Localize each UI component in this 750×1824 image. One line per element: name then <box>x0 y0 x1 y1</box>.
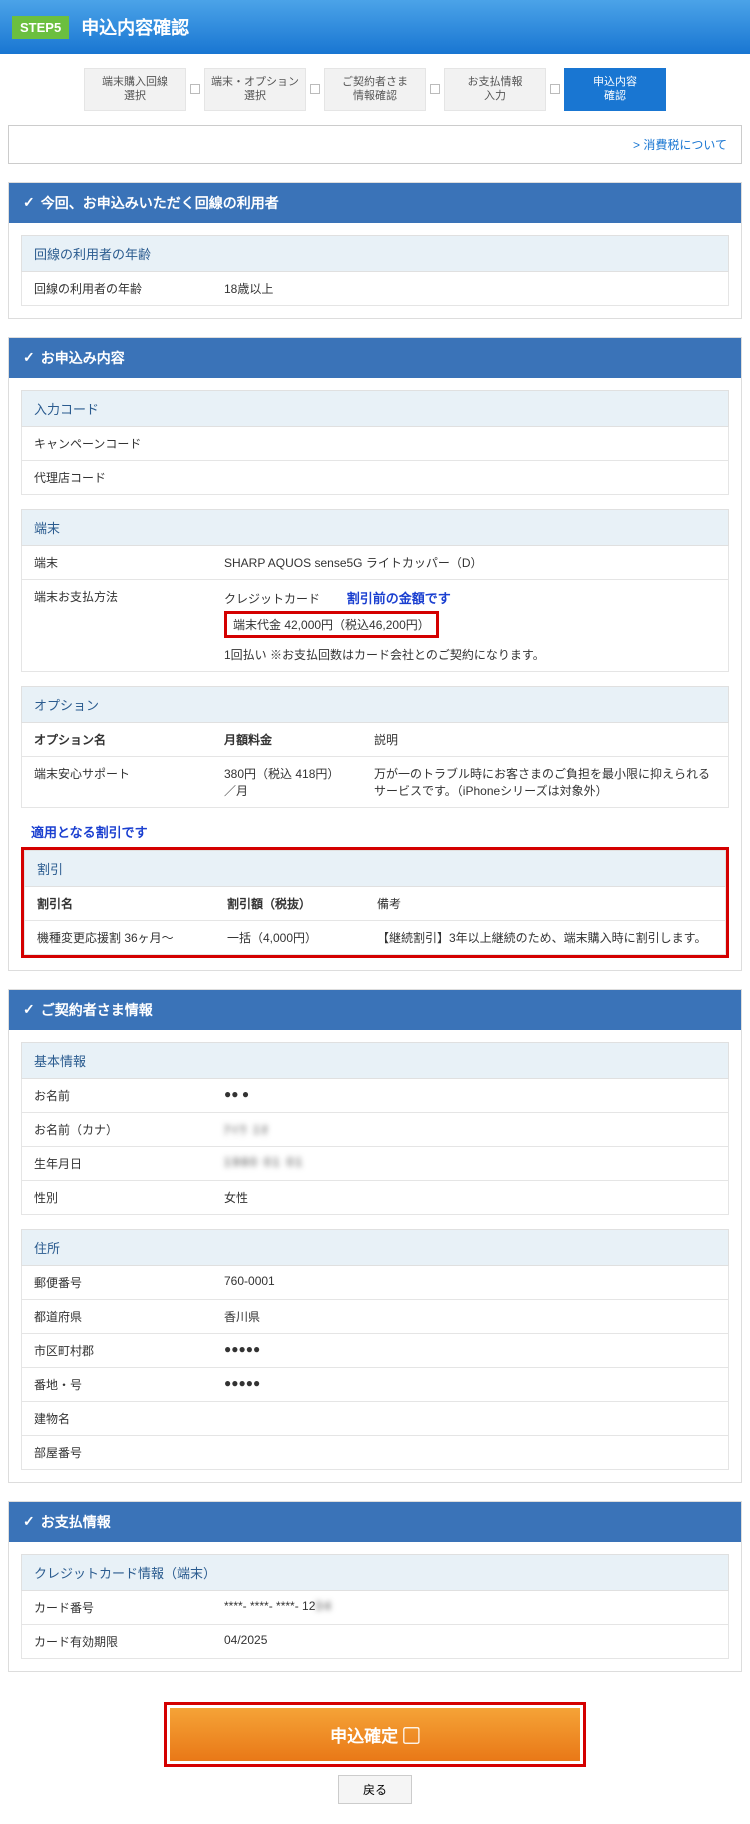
label: 生年月日 <box>22 1147 212 1180</box>
label: 端末お支払方法 <box>22 580 212 671</box>
discount-highlight: 割引 割引名 割引額（税抜） 備考 機種変更応援割 36ヶ月～ 一括（4,000… <box>21 847 729 958</box>
label: 性別 <box>22 1181 212 1214</box>
label: 都道府県 <box>22 1300 212 1333</box>
value <box>212 427 728 460</box>
panel-payment: お支払情報 クレジットカード情報（端末） カード番号****- ****- **… <box>8 1501 742 1672</box>
progress-steps: 端末購入回線 選択 端末・オプション 選択 ご契約者さま 情報確認 お支払情報 … <box>0 54 750 119</box>
value: 380円（税込 418円）／月 <box>212 757 362 807</box>
value: SHARP AQUOS sense5G ライトカッパー（D） <box>212 546 728 579</box>
col-head: 説明 <box>362 723 728 756</box>
label: 部屋番号 <box>22 1436 212 1469</box>
step-badge: STEP5 <box>12 16 69 39</box>
value: 香川県 <box>212 1300 728 1333</box>
sub-head: 回線の利用者の年齢 <box>21 235 729 272</box>
value: ●●●●● <box>212 1368 728 1401</box>
sub-head: 基本情報 <box>21 1042 729 1079</box>
col-head: 備考 <box>365 887 725 920</box>
label: お名前 <box>22 1079 212 1112</box>
value: 万が一のトラブル時にお客さまのご負担を最小限に抑えられるサービスです。（iPho… <box>362 757 728 807</box>
step-checkbox <box>190 84 200 94</box>
value: 女性 <box>212 1181 728 1214</box>
panel-application: お申込み内容 入力コード キャンペーンコード 代理店コード 端末 端末SHARP… <box>8 337 742 971</box>
confirm-highlight: 申込確定 ▢ <box>164 1702 586 1767</box>
step-4[interactable]: お支払情報 入力 <box>444 68 546 111</box>
label: 建物名 <box>22 1402 212 1435</box>
value: ****- ****- ****- 1234 <box>212 1591 728 1624</box>
step-2[interactable]: 端末・オプション 選択 <box>204 68 306 111</box>
value: クレジットカード 割引前の金額です 端末代金 42,000円（税込46,200円… <box>212 580 728 671</box>
panel-line-user: 今回、お申込みいただく回線の利用者 回線の利用者の年齢 回線の利用者の年齢18歳… <box>8 182 742 319</box>
col-head: 月額料金 <box>212 723 362 756</box>
sub-head: 住所 <box>21 1229 729 1266</box>
value: ●●●●● <box>212 1334 728 1367</box>
price-highlight-box: 端末代金 42,000円（税込46,200円） <box>224 611 439 638</box>
value <box>212 461 728 494</box>
value: 機種変更応援割 36ヶ月～ <box>25 921 215 954</box>
value: ｱｲｳ ｴｵ <box>212 1113 728 1146</box>
label: 端末 <box>22 546 212 579</box>
value: 端末安心サポート <box>22 757 212 807</box>
label: 市区町村郡 <box>22 1334 212 1367</box>
value: 1980 01 01 <box>212 1147 728 1180</box>
value: 【継続割引】3年以上継続のため、端末購入時に割引します。 <box>365 921 725 954</box>
sub-head: 入力コード <box>21 390 729 427</box>
payment-note: 1回払い ※お支払回数はカード会社とのご契約になります。 <box>224 646 716 663</box>
page-title: 申込内容確認 <box>81 14 189 40</box>
panel-head: ご契約者さま情報 <box>9 990 741 1030</box>
value <box>212 1402 728 1435</box>
step-checkbox <box>310 84 320 94</box>
label: 郵便番号 <box>22 1266 212 1299</box>
panel-head: 今回、お申込みいただく回線の利用者 <box>9 183 741 223</box>
step-checkbox <box>430 84 440 94</box>
sub-head: 割引 <box>24 850 726 887</box>
value: 一括（4,000円） <box>215 921 365 954</box>
panel-head: お申込み内容 <box>9 338 741 378</box>
label: カード有効期限 <box>22 1625 212 1658</box>
step-1[interactable]: 端末購入回線 選択 <box>84 68 186 111</box>
label: 回線の利用者の年齢 <box>22 272 212 305</box>
step-5[interactable]: 申込内容 確認 <box>564 68 666 111</box>
tax-notice-box: 消費税について <box>8 125 742 164</box>
value: 04/2025 <box>212 1625 728 1658</box>
label: カード番号 <box>22 1591 212 1624</box>
step-3[interactable]: ご契約者さま 情報確認 <box>324 68 426 111</box>
back-button[interactable]: 戻る <box>338 1775 412 1804</box>
panel-customer: ご契約者さま情報 基本情報 お名前●● ● お名前（カナ）ｱｲｳ ｴｵ 生年月日… <box>8 989 742 1483</box>
label: キャンペーンコード <box>22 427 212 460</box>
annotation: 適用となる割引です <box>21 822 729 841</box>
sub-head: オプション <box>21 686 729 723</box>
value <box>212 1436 728 1469</box>
annotation: 割引前の金額です <box>347 591 451 606</box>
label: 代理店コード <box>22 461 212 494</box>
value: ●● ● <box>212 1079 728 1112</box>
label: 番地・号 <box>22 1368 212 1401</box>
sub-head: 端末 <box>21 509 729 546</box>
value: 18歳以上 <box>212 272 728 305</box>
tax-link[interactable]: 消費税について <box>633 138 727 152</box>
col-head: オプション名 <box>22 723 212 756</box>
step-checkbox <box>550 84 560 94</box>
page-header: STEP5 申込内容確認 <box>0 0 750 54</box>
sub-head: クレジットカード情報（端末） <box>21 1554 729 1591</box>
col-head: 割引名 <box>25 887 215 920</box>
label: お名前（カナ） <box>22 1113 212 1146</box>
footer-actions: 申込確定 ▢ 戻る <box>0 1690 750 1824</box>
col-head: 割引額（税抜） <box>215 887 365 920</box>
confirm-button[interactable]: 申込確定 ▢ <box>170 1708 580 1761</box>
value: 760-0001 <box>212 1266 728 1299</box>
panel-head: お支払情報 <box>9 1502 741 1542</box>
